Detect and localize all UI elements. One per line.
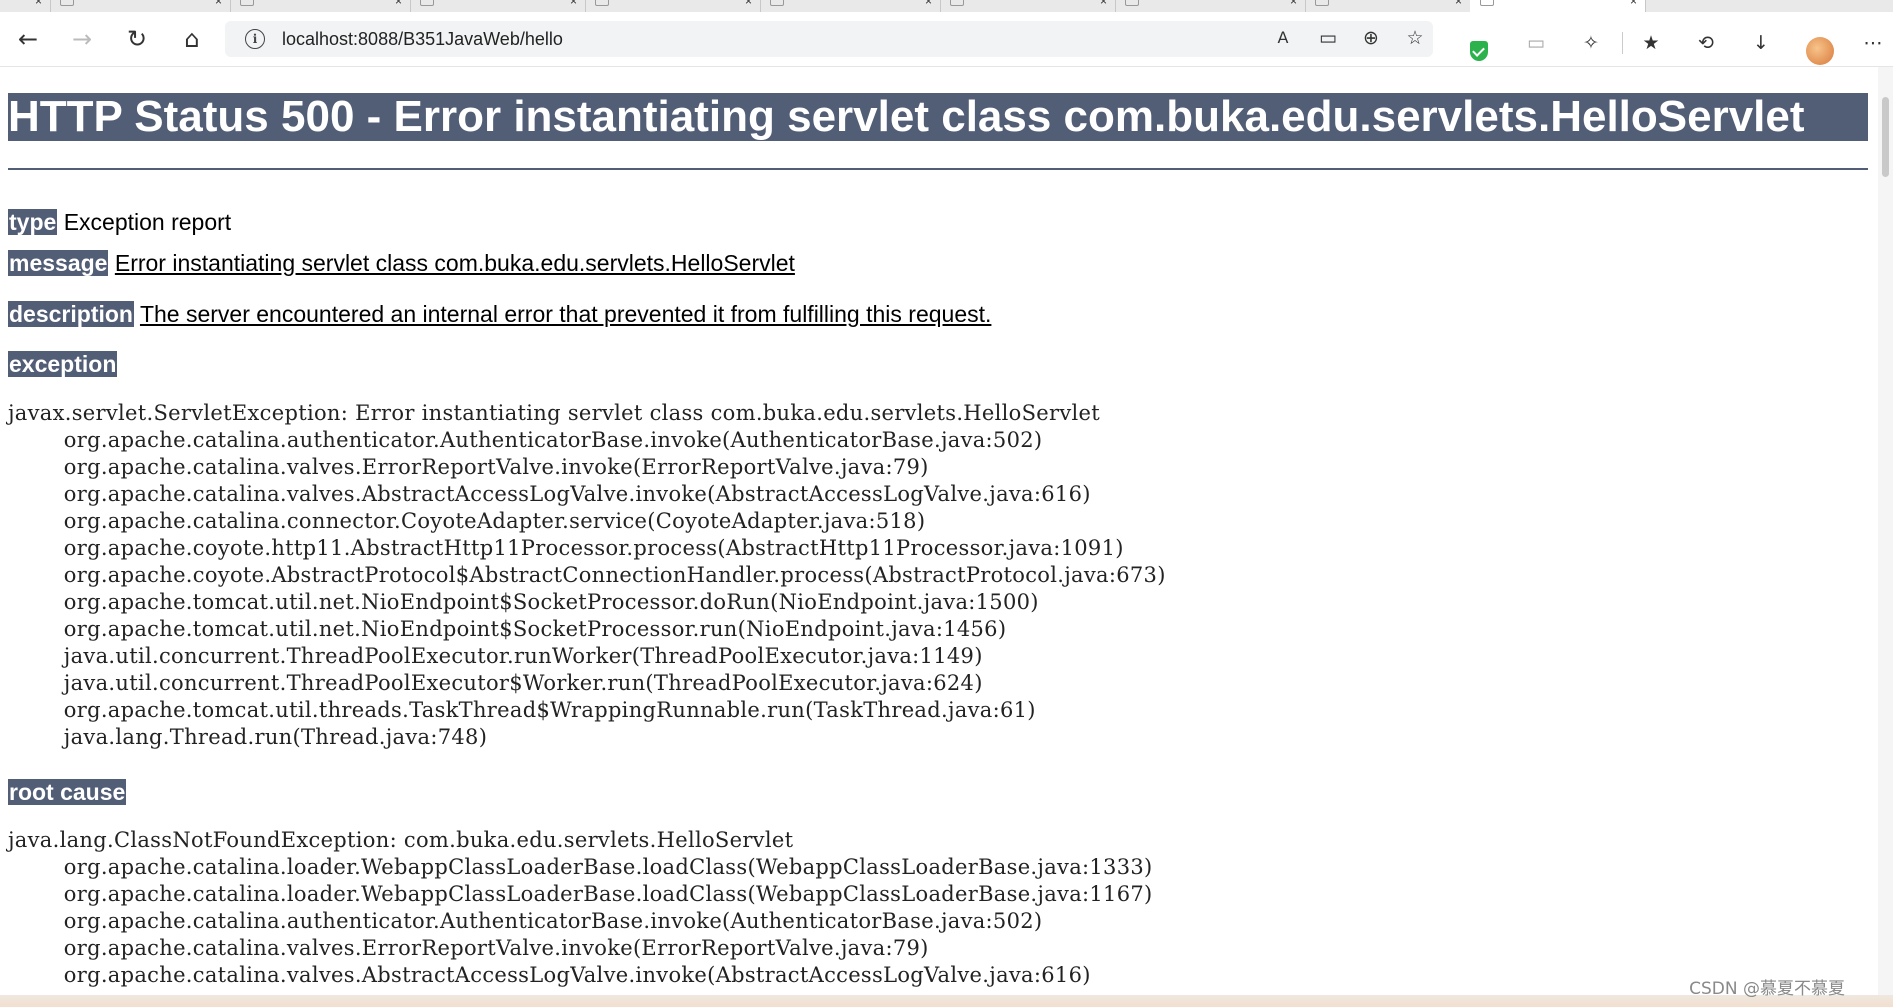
page-icon xyxy=(1480,0,1494,6)
root-cause-label: root cause xyxy=(8,779,127,805)
close-icon[interactable]: × xyxy=(1290,0,1297,8)
downloads-icon[interactable]: ↓ xyxy=(1748,30,1774,56)
immersive-reader-icon[interactable]: ▭ xyxy=(1315,25,1341,51)
stack-trace-line: org.apache.tomcat.util.net.NioEndpoint$S… xyxy=(8,590,1039,614)
exception-stack-trace: javax.servlet.ServletException: Error in… xyxy=(8,400,1166,751)
browser-tab-4[interactable]: × xyxy=(410,0,586,12)
browser-tab-7[interactable]: × xyxy=(940,0,1116,12)
security-shield-icon[interactable] xyxy=(1470,41,1488,61)
browser-tab-8[interactable]: × xyxy=(1115,0,1306,12)
history-icon[interactable]: ⟲ xyxy=(1693,30,1719,56)
close-icon[interactable]: × xyxy=(1455,0,1462,8)
exception-label: exception xyxy=(8,351,118,377)
close-icon[interactable]: × xyxy=(1100,0,1107,8)
page-content: HTTP Status 500 - Error instantiating se… xyxy=(0,67,1878,1007)
site-info-icon[interactable]: i xyxy=(245,29,265,49)
watermark: CSDN @慕夏不慕夏 xyxy=(1689,979,1845,999)
tab-strip: × × × × × × × × × × xyxy=(0,0,1893,12)
close-icon[interactable]: × xyxy=(925,0,932,8)
toolbar-divider xyxy=(1622,32,1623,54)
browser-tab-3[interactable]: × xyxy=(230,0,411,12)
page-icon xyxy=(950,0,964,6)
stack-trace-line: org.apache.catalina.authenticator.Authen… xyxy=(8,428,1043,452)
stack-trace-line: org.apache.catalina.loader.WebappClassLo… xyxy=(8,882,1153,906)
description-row: description The server encountered an in… xyxy=(8,300,991,328)
address-bar[interactable]: i A ▭ ⊕ ☆ xyxy=(225,21,1433,57)
exception-row: exception xyxy=(8,350,118,378)
page-icon xyxy=(1315,0,1329,6)
browser-tab-5[interactable]: × xyxy=(585,0,761,12)
message-label: message xyxy=(8,250,109,276)
close-icon[interactable]: × xyxy=(570,0,577,8)
stack-trace-line: org.apache.coyote.http11.AbstractHttp11P… xyxy=(8,536,1124,560)
divider xyxy=(8,168,1868,170)
stack-trace-line: org.apache.catalina.valves.AbstractAcces… xyxy=(8,482,1091,506)
root-cause-stack-trace: java.lang.ClassNotFoundException: com.bu… xyxy=(8,827,1153,989)
vertical-scrollbar[interactable] xyxy=(1878,67,1893,1007)
stack-trace-line: org.apache.catalina.valves.ErrorReportVa… xyxy=(8,936,929,960)
reload-button[interactable]: ↻ xyxy=(121,24,153,56)
extension-monitor-icon[interactable]: ▭ xyxy=(1523,30,1549,56)
stack-trace-line: java.lang.ClassNotFoundException: com.bu… xyxy=(8,828,794,852)
browser-tab-1[interactable]: × xyxy=(0,0,51,12)
description-value: The server encountered an internal error… xyxy=(139,301,992,327)
site-favicon-icon xyxy=(240,0,254,6)
root-cause-row: root cause xyxy=(8,778,127,806)
description-label: description xyxy=(8,301,134,327)
stack-trace-line: org.apache.catalina.valves.ErrorReportVa… xyxy=(8,455,929,479)
more-menu-icon[interactable]: ⋯ xyxy=(1860,30,1886,56)
site-favicon-icon xyxy=(770,0,784,6)
stack-trace-line: org.apache.tomcat.util.net.NioEndpoint$S… xyxy=(8,617,1007,641)
browser-tab-2[interactable]: × xyxy=(50,0,231,12)
message-row: message Error instantiating servlet clas… xyxy=(8,249,795,277)
home-icon: ⌂ xyxy=(184,25,200,53)
scrollbar-thumb[interactable] xyxy=(1882,97,1889,177)
message-value: Error instantiating servlet class com.bu… xyxy=(114,250,795,276)
type-value: Exception report xyxy=(63,209,232,235)
stack-trace-line: org.apache.catalina.authenticator.Authen… xyxy=(8,909,1043,933)
close-icon[interactable]: × xyxy=(745,0,752,8)
extensions-icon[interactable]: ✧ xyxy=(1578,30,1604,56)
stack-trace-line: java.util.concurrent.ThreadPoolExecutor$… xyxy=(8,671,983,695)
arrow-right-icon: → xyxy=(71,25,93,53)
browser-tab-9[interactable]: × xyxy=(1305,0,1471,12)
stack-trace-line: java.util.concurrent.ThreadPoolExecutor.… xyxy=(8,644,983,668)
add-favorite-icon[interactable]: ☆ xyxy=(1402,25,1428,51)
profile-avatar[interactable] xyxy=(1806,37,1834,65)
site-favicon-icon xyxy=(420,0,434,6)
back-button[interactable]: ← xyxy=(12,24,44,56)
close-icon[interactable]: × xyxy=(1630,0,1637,8)
zoom-icon[interactable]: ⊕ xyxy=(1358,25,1384,51)
stack-trace-line: org.apache.catalina.loader.WebappClassLo… xyxy=(8,855,1153,879)
browser-toolbar: ← → ↻ ⌂ i A ▭ ⊕ ☆ ▭ ✧ ★ ⟲ ↓ ⋯ xyxy=(0,12,1893,67)
arrow-left-icon: ← xyxy=(17,25,39,53)
type-label: type xyxy=(8,209,58,235)
refresh-icon: ↻ xyxy=(126,25,148,53)
forward-button[interactable]: → xyxy=(66,24,98,56)
browser-tab-active[interactable]: × xyxy=(1470,0,1646,12)
close-icon[interactable]: × xyxy=(395,0,402,8)
page-icon xyxy=(1125,0,1139,6)
browser-tab-6[interactable]: × xyxy=(760,0,941,12)
stack-trace-line: javax.servlet.ServletException: Error in… xyxy=(8,401,1101,425)
stack-trace-line: org.apache.catalina.valves.AbstractAcces… xyxy=(8,963,1091,987)
stack-trace-line: org.apache.coyote.AbstractProtocol$Abstr… xyxy=(8,563,1166,587)
stack-trace-line: org.apache.catalina.connector.CoyoteAdap… xyxy=(8,509,926,533)
page-icon xyxy=(595,0,609,6)
taskbar-edge xyxy=(0,995,1893,1007)
home-button[interactable]: ⌂ xyxy=(176,24,208,56)
close-icon[interactable]: × xyxy=(35,0,42,8)
favorites-icon[interactable]: ★ xyxy=(1638,30,1664,56)
error-title: HTTP Status 500 - Error instantiating se… xyxy=(8,93,1868,141)
type-row: type Exception report xyxy=(8,208,231,236)
site-favicon-icon xyxy=(60,0,74,6)
url-input[interactable] xyxy=(282,27,1082,51)
stack-trace-line: org.apache.tomcat.util.threads.TaskThrea… xyxy=(8,698,1036,722)
close-icon[interactable]: × xyxy=(215,0,222,8)
read-aloud-icon[interactable]: A xyxy=(1270,25,1296,51)
stack-trace-line: java.lang.Thread.run(Thread.java:748) xyxy=(8,725,488,749)
